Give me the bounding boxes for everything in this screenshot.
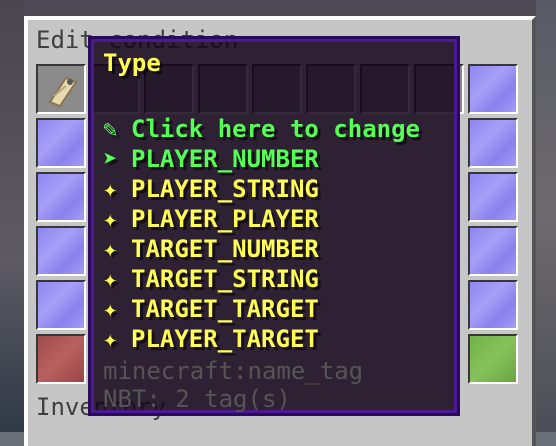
option-item: ✦ PLAYER_PLAYER	[103, 205, 319, 233]
arrow-right-icon: ➤	[103, 145, 118, 173]
sparkle-icon: ✦	[103, 295, 118, 323]
sparkle-icon: ✦	[103, 175, 118, 203]
item-tooltip: Type ✎ Click here to change ➤ PLAYER_NUMBE…	[88, 36, 460, 416]
option-text: TARGET_STRING	[131, 265, 319, 293]
nbt-info: NBT: 2 tag(s)	[103, 385, 291, 413]
slot-glass-pane[interactable]	[468, 172, 518, 222]
sparkle-icon: ✦	[103, 265, 118, 293]
slot-glass-pane[interactable]	[36, 172, 86, 222]
option-text: TARGET_TARGET	[131, 295, 319, 323]
slot-glass-pane[interactable]	[468, 226, 518, 276]
option-item: ✦ PLAYER_STRING	[103, 175, 319, 203]
option-item: ✦ TARGET_STRING	[103, 265, 319, 293]
option-item: ✦ TARGET_TARGET	[103, 295, 319, 323]
slot-glass-pane[interactable]	[468, 118, 518, 168]
option-text: PLAYER_TARGET	[131, 325, 319, 353]
sparkle-icon: ✦	[103, 205, 118, 233]
option-text: TARGET_NUMBER	[131, 235, 319, 263]
option-item: ✦ PLAYER_TARGET	[103, 325, 319, 353]
option-selected-text: PLAYER_NUMBER	[131, 145, 319, 173]
option-text: PLAYER_PLAYER	[131, 205, 319, 233]
item-id: minecraft:name_tag	[103, 357, 364, 385]
name-tag-icon	[48, 76, 78, 108]
slot-glass-pane[interactable]	[36, 226, 86, 276]
sparkle-icon: ✦	[103, 235, 118, 263]
slot-glass-pane[interactable]	[36, 118, 86, 168]
slot-glass-pane[interactable]	[468, 280, 518, 330]
slot-glass-pane[interactable]	[36, 280, 86, 330]
option-selected: ➤ PLAYER_NUMBER	[103, 145, 319, 173]
change-hint: ✎ Click here to change	[103, 115, 420, 143]
change-hint-text: Click here to change	[131, 115, 420, 143]
slot-name-tag[interactable]	[36, 64, 86, 114]
background-left	[0, 0, 24, 432]
feather-icon: ✎	[103, 115, 118, 143]
slot-red-pane[interactable]	[36, 334, 86, 384]
option-item: ✦ TARGET_NUMBER	[103, 235, 319, 263]
tooltip-title: Type	[103, 49, 161, 77]
option-text: PLAYER_STRING	[131, 175, 319, 203]
slot-green-pane[interactable]	[468, 334, 518, 384]
slot-glass-pane[interactable]	[468, 64, 518, 114]
sparkle-icon: ✦	[103, 325, 118, 353]
background-right	[536, 0, 556, 432]
